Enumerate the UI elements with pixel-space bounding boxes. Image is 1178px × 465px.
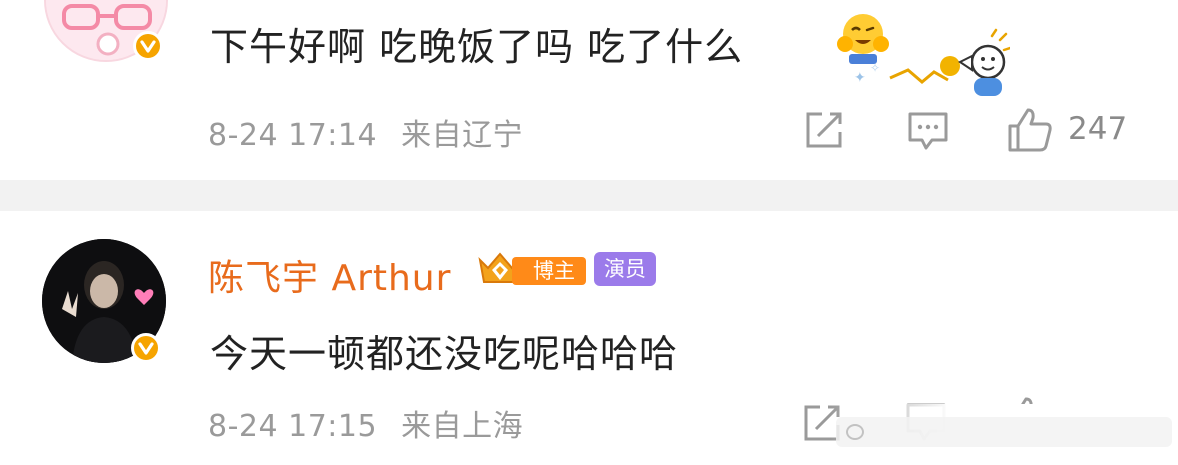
cheering-sticker-icon: ✦ ✧ (854, 28, 1010, 96)
share-icon[interactable] (802, 108, 846, 152)
comment-text: 今天一顿都还没吃呢哈哈哈 (210, 332, 679, 376)
actor-badge[interactable]: 演员 (594, 252, 656, 286)
svg-text:✧: ✧ (870, 61, 880, 75)
blogger-badge[interactable]: 博主 (476, 250, 588, 288)
username[interactable]: 陈飞宇 Arthur (208, 249, 451, 301)
comment-text: 下午好啊 吃晚饭了吗 吃了什么 (210, 25, 744, 69)
comment-time: 8-24 17:15 (208, 409, 378, 444)
eye-icon (846, 424, 864, 440)
svg-text:✦: ✦ (854, 70, 866, 86)
verified-icon (133, 31, 163, 61)
comment-time: 8-24 17:14 (208, 118, 378, 153)
comment-location: 来自上海 (401, 409, 524, 444)
comment-location: 来自辽宁 (401, 118, 524, 153)
verified-icon (131, 333, 161, 363)
thumbs-up-icon[interactable] (1006, 106, 1054, 154)
blogger-badge-label: 博主 (512, 257, 586, 285)
comment-meta: 8-24 17:15 来自上海 (208, 401, 523, 445)
comment-meta: 8-24 17:14 来自辽宁 (208, 110, 523, 154)
comment-icon[interactable] (906, 108, 950, 152)
watermark-box (836, 417, 1172, 447)
comment-item: 下午好啊 吃晚饭了吗 吃了什么 ✦ ✧ 8-24 17:14 来自辽宁 247 (0, 0, 1178, 180)
like-count: 247 (1068, 111, 1128, 147)
comment-divider (0, 180, 1178, 211)
